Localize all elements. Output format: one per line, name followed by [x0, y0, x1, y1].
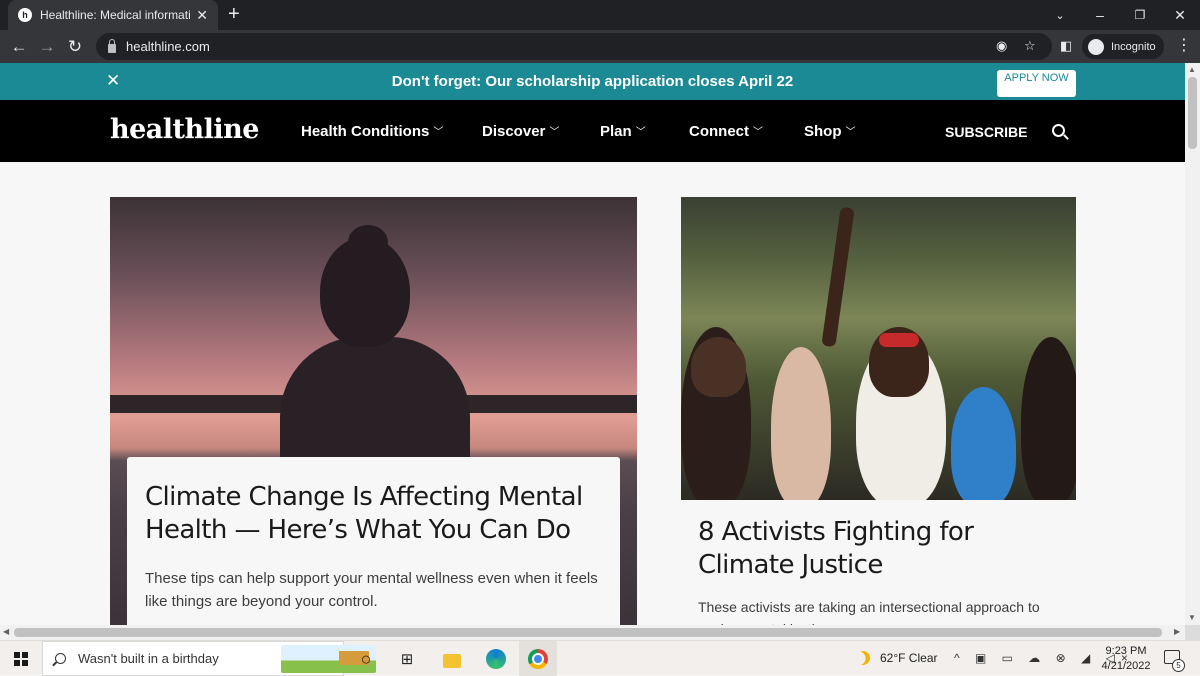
weather-text: 62°F Clear — [880, 651, 938, 665]
search-icon — [55, 653, 66, 664]
new-tab-button[interactable]: + — [228, 4, 240, 24]
crowd-figure — [691, 337, 746, 397]
incognito-label: Incognito — [1111, 40, 1156, 53]
apply-now-button[interactable]: APPLY NOW — [997, 70, 1076, 97]
crowd-figure — [951, 387, 1016, 500]
article-text-panel: 8 Activists Fighting for Climate Justice… — [681, 500, 1076, 625]
close-window-button[interactable]: ✕ — [1160, 0, 1200, 30]
nav-connect[interactable]: Connect ﹀ — [689, 123, 763, 140]
back-button[interactable]: ← — [6, 34, 32, 60]
scroll-right-arrow-icon[interactable]: ▶ — [1174, 627, 1180, 636]
moon-icon — [853, 648, 872, 667]
apply-now-label: APPLY NOW — [1004, 72, 1069, 84]
cortana-icon[interactable]: ○ — [356, 649, 376, 669]
weather-widget[interactable]: 62°F Clear — [856, 651, 938, 665]
article-dek: These tips can help support your mental … — [145, 570, 598, 610]
scroll-down-arrow-icon[interactable]: ▼ — [1188, 613, 1196, 622]
tab-title: Healthline: Medical information a — [40, 8, 190, 22]
article-card-climate-activists[interactable]: 8 Activists Fighting for Climate Justice… — [681, 197, 1076, 625]
page-viewport: ✕ Don't forget: Our scholarship applicat… — [0, 63, 1185, 625]
taskbar-search-text: Wasn't built in a birthday — [78, 651, 219, 666]
healthline-logo[interactable]: healthline — [110, 114, 259, 145]
chrome-browser-icon[interactable] — [528, 649, 548, 669]
edge-browser-icon[interactable] — [486, 649, 506, 669]
browser-tab[interactable]: h Healthline: Medical information a ✕ — [8, 0, 218, 30]
subscribe-link[interactable]: SUBSCRIBE — [945, 124, 1027, 140]
url-text: healthline.com — [126, 39, 210, 54]
chevron-down-icon: ﹀ — [753, 127, 763, 138]
bookmark-star-icon[interactable]: ☆ — [1024, 38, 1036, 54]
nav-item-label: Health Conditions — [301, 123, 430, 140]
notification-badge: 5 — [1172, 659, 1185, 672]
chevron-down-icon: ﹀ — [549, 127, 560, 138]
crowd-figure — [771, 347, 831, 500]
nav-item-label: Connect — [689, 123, 749, 140]
tab-search-chevron-icon[interactable]: ⌄ — [1040, 0, 1080, 30]
crowd-figure — [821, 206, 855, 348]
site-navigation: healthline Health Conditions ﹀ Discover ﹀ … — [0, 100, 1185, 162]
article-dek: These activists are taking an intersecti… — [698, 599, 1040, 625]
article-image-activists-crowd[interactable] — [681, 197, 1076, 500]
nav-shop[interactable]: Shop ﹀ — [804, 123, 856, 140]
windows-start-icon[interactable] — [14, 652, 28, 666]
eye-off-icon[interactable]: ◉ — [996, 38, 1007, 54]
forward-button[interactable]: → — [34, 34, 60, 60]
nav-item-label: Shop — [804, 123, 842, 140]
vertical-scroll-thumb[interactable] — [1188, 77, 1197, 149]
address-bar[interactable]: healthline.com — [96, 33, 1052, 60]
taskbar-search-box[interactable]: Wasn't built in a birthday — [42, 641, 376, 676]
nav-plan[interactable]: Plan ﹀ — [600, 123, 646, 140]
restore-button[interactable]: ❐ — [1120, 0, 1160, 30]
reload-button[interactable]: ↻ — [62, 34, 88, 60]
scroll-up-arrow-icon[interactable]: ▲ — [1188, 65, 1196, 74]
task-view-icon[interactable]: ⊞ — [397, 649, 417, 669]
article-card-climate-mental-health[interactable]: Climate Change Is Affecting Mental Healt… — [110, 197, 637, 625]
article-text-panel: Climate Change Is Affecting Mental Healt… — [127, 457, 620, 625]
healthline-favicon-icon: h — [18, 8, 32, 22]
incognito-icon — [1088, 38, 1104, 55]
side-panel-icon[interactable]: ◧ — [1060, 38, 1072, 54]
nav-item-label: Discover — [482, 123, 546, 140]
browser-toolbar: ← → ↻ healthline.com ◉ ☆ ◧ Incognito ⋮ — [0, 30, 1200, 63]
clock-time: 9:23 PM — [1105, 645, 1147, 657]
minimize-button[interactable]: – — [1080, 0, 1120, 30]
scroll-left-arrow-icon[interactable]: ◀ — [3, 627, 9, 636]
clock-date: 4/21/2022 — [1101, 660, 1151, 672]
horizontal-scrollbar[interactable]: ◀ ▶ — [0, 625, 1185, 640]
nav-discover[interactable]: Discover ﹀ — [482, 123, 559, 140]
windows-taskbar: Wasn't built in a birthday ○ ⊞ 62°F Clea… — [0, 640, 1200, 676]
browser-menu-icon[interactable]: ⋮ — [1176, 38, 1192, 54]
horizontal-scroll-thumb[interactable] — [14, 628, 1162, 637]
vertical-scrollbar[interactable]: ▲ ▼ — [1185, 63, 1200, 625]
article-headline[interactable]: Climate Change Is Affecting Mental Healt… — [145, 481, 602, 547]
system-clock[interactable]: 9:23 PM 4/21/2022 — [1096, 644, 1156, 674]
browser-tab-strip: h Healthline: Medical information a ✕ + … — [0, 0, 1200, 30]
chevron-down-icon: ﹀ — [635, 127, 646, 138]
incognito-indicator[interactable]: Incognito — [1082, 34, 1164, 59]
lock-icon[interactable] — [108, 38, 116, 53]
scholarship-banner: ✕ Don't forget: Our scholarship applicat… — [0, 63, 1185, 100]
crowd-figure — [1021, 337, 1076, 500]
silhouette-hair — [348, 225, 388, 259]
nav-item-label: Plan — [600, 123, 632, 140]
nav-health-conditions[interactable]: Health Conditions ﹀ — [301, 123, 443, 140]
close-tab-icon[interactable]: ✕ — [196, 7, 208, 24]
chevron-down-icon: ﹀ — [433, 127, 444, 138]
search-icon[interactable] — [1052, 124, 1065, 137]
file-explorer-icon[interactable] — [442, 649, 462, 669]
article-headline[interactable]: 8 Activists Fighting for Climate Justice — [698, 516, 1059, 582]
chevron-down-icon: ﹀ — [845, 127, 856, 138]
scrollbar-corner — [1185, 625, 1200, 640]
crowd-figure — [879, 333, 919, 347]
